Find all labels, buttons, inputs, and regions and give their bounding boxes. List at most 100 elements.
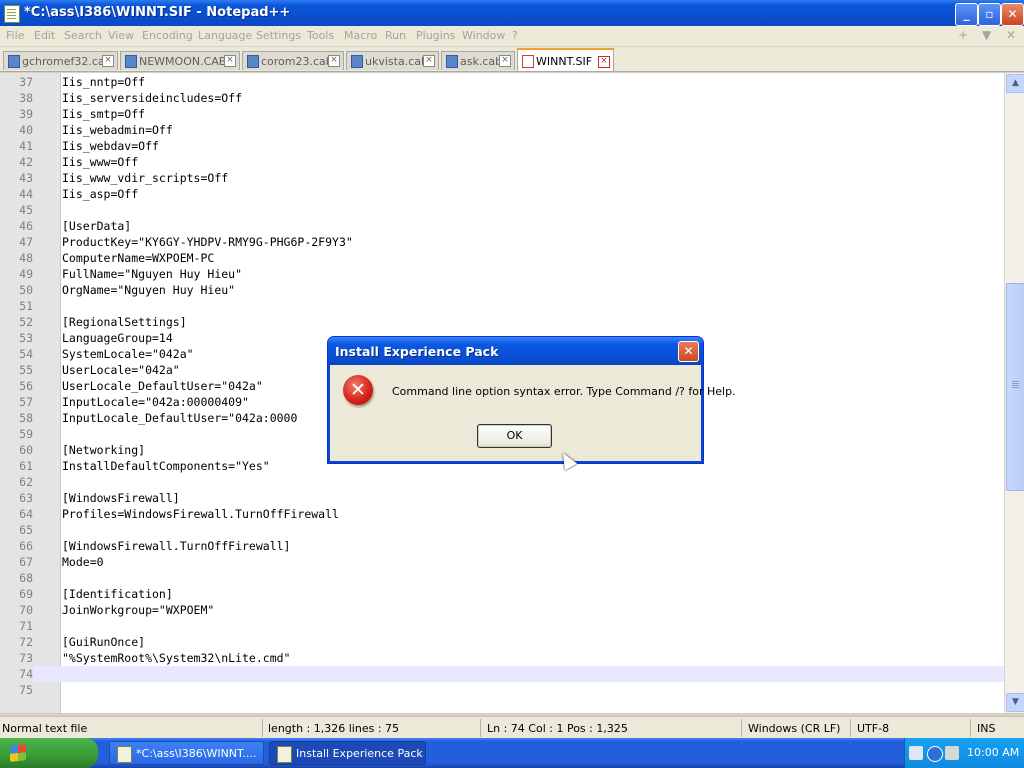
code-line[interactable]: 45 <box>0 202 1004 218</box>
code-line[interactable]: 48 ComputerName=WXPOEM-PC <box>0 250 1004 266</box>
code-line[interactable]: 64 Profiles=WindowsFirewall.TurnOffFirewa… <box>0 506 1004 522</box>
dialog-titlebar[interactable]: Install Experience Pack ✕ <box>328 337 703 365</box>
line-text[interactable]: OrgName="Nguyen Huy Hieu" <box>62 282 235 298</box>
tab-close-icon[interactable]: × <box>423 55 435 67</box>
tab-close-icon[interactable]: × <box>328 55 340 67</box>
tab-close-icon[interactable]: × <box>224 55 236 67</box>
code-line[interactable]: 68 <box>0 570 1004 586</box>
line-text[interactable]: [GuiRunOnce] <box>62 634 145 650</box>
tab-close-icon[interactable]: × <box>499 55 511 67</box>
code-line[interactable]: 50 OrgName="Nguyen Huy Hieu" <box>0 282 1004 298</box>
code-line[interactable]: 67 Mode=0 <box>0 554 1004 570</box>
code-line[interactable]: 44 Iis_asp=Off <box>0 186 1004 202</box>
line-text[interactable]: Iis_serversideincludes=Off <box>62 90 242 106</box>
line-text[interactable]: Iis_webdav=Off <box>62 138 159 154</box>
tab-winnt-sif[interactable]: WINNT.SIF × <box>517 48 614 71</box>
line-text[interactable]: JoinWorkgroup="WXPOEM" <box>62 602 214 618</box>
code-line[interactable]: 73 "%SystemRoot%\System32\nLite.cmd" <box>0 650 1004 666</box>
scroll-down-icon[interactable]: ▼ <box>1006 693 1024 712</box>
line-text[interactable]: ComputerName=WXPOEM-PC <box>62 250 214 266</box>
code-line[interactable]: 71 <box>0 618 1004 634</box>
close-button[interactable]: ✕ <box>1001 3 1024 26</box>
menu-run[interactable]: Run <box>385 29 406 42</box>
tab-ask-cab[interactable]: ask.cab × <box>441 51 515 70</box>
maximize-button[interactable]: ▫ <box>978 3 1001 26</box>
menu-window[interactable]: Window <box>462 29 505 42</box>
code-line[interactable]: 63 [WindowsFirewall] <box>0 490 1004 506</box>
code-line[interactable]: 40 Iis_webadmin=Off <box>0 122 1004 138</box>
line-text[interactable]: [WindowsFirewall] <box>62 490 180 506</box>
code-line[interactable]: 46 [UserData] <box>0 218 1004 234</box>
volume-icon[interactable] <box>945 746 959 760</box>
line-text[interactable]: Iis_nntp=Off <box>62 74 145 90</box>
code-line[interactable]: 72 [GuiRunOnce] <box>0 634 1004 650</box>
ok-button[interactable]: OK <box>477 424 552 448</box>
code-line[interactable]: 74 <box>0 666 1004 682</box>
line-text[interactable]: LanguageGroup=14 <box>62 330 173 346</box>
dialog-close-button[interactable]: ✕ <box>678 341 699 362</box>
menu-edit[interactable]: Edit <box>34 29 55 42</box>
line-text[interactable]: [UserData] <box>62 218 131 234</box>
start-button[interactable] <box>0 738 98 768</box>
code-line[interactable]: 65 <box>0 522 1004 538</box>
line-text[interactable]: Iis_asp=Off <box>62 186 138 202</box>
line-text[interactable]: Iis_www=Off <box>62 154 138 170</box>
line-text[interactable]: InstallDefaultComponents="Yes" <box>62 458 270 474</box>
line-text[interactable]: Iis_smtp=Off <box>62 106 145 122</box>
code-line[interactable]: 37 Iis_nntp=Off <box>0 74 1004 90</box>
line-text[interactable]: SystemLocale="042a" <box>62 346 194 362</box>
code-line[interactable]: 70 JoinWorkgroup="WXPOEM" <box>0 602 1004 618</box>
code-line[interactable]: 41 Iis_webdav=Off <box>0 138 1004 154</box>
line-text[interactable]: UserLocale_DefaultUser="042a" <box>62 378 263 394</box>
code-line[interactable]: 49 FullName="Nguyen Huy Hieu" <box>0 266 1004 282</box>
code-line[interactable]: 51 <box>0 298 1004 314</box>
clock[interactable]: 10:00 AM <box>967 746 1019 759</box>
taskbar-notepad-button[interactable]: *C:\ass\I386\WINNT.... <box>109 741 264 765</box>
new-tab-icon[interactable]: + <box>958 28 968 42</box>
code-line[interactable]: 75 <box>0 682 1004 698</box>
scroll-thumb[interactable] <box>1006 283 1024 491</box>
line-text[interactable]: [WindowsFirewall.TurnOffFirewall] <box>62 538 290 554</box>
code-line[interactable]: 43 Iis_www_vdir_scripts=Off <box>0 170 1004 186</box>
menu-view[interactable]: View <box>108 29 134 42</box>
line-text[interactable]: InputLocale_DefaultUser="042a:0000 <box>62 410 297 426</box>
line-text[interactable]: ProductKey="KY6GY-YHDPV-RMY9G-PHG6P-2F9Y… <box>62 234 353 250</box>
menu-encoding[interactable]: Encoding <box>142 29 193 42</box>
line-text[interactable]: Profiles=WindowsFirewall.TurnOffFirewall <box>62 506 339 522</box>
menu-help[interactable]: ? <box>512 29 518 42</box>
line-text[interactable]: [Identification] <box>62 586 173 602</box>
window-titlebar[interactable]: *C:\ass\I386\WINNT.SIF - Notepad++ _ ▫ ✕ <box>0 0 1024 26</box>
menu-plugins[interactable]: Plugins <box>416 29 455 42</box>
scroll-up-icon[interactable]: ▲ <box>1006 74 1024 93</box>
code-line[interactable]: 39 Iis_smtp=Off <box>0 106 1004 122</box>
menu-file[interactable]: File <box>6 29 24 42</box>
code-line[interactable]: 69 [Identification] <box>0 586 1004 602</box>
close-doc-icon[interactable]: ✕ <box>1006 28 1016 42</box>
vertical-scrollbar[interactable]: ▲ ▼ <box>1004 73 1024 713</box>
menu-tools[interactable]: Tools <box>307 29 334 42</box>
tab-corom23-cab[interactable]: corom23.cab × <box>242 51 344 70</box>
line-text[interactable]: Iis_www_vdir_scripts=Off <box>62 170 228 186</box>
code-line[interactable]: 66 [WindowsFirewall.TurnOffFirewall] <box>0 538 1004 554</box>
line-text[interactable]: "%SystemRoot%\System32\nLite.cmd" <box>62 650 290 666</box>
code-line[interactable]: 42 Iis_www=Off <box>0 154 1004 170</box>
taskbar-dialog-button[interactable]: Install Experience Pack <box>269 741 426 765</box>
tab-close-icon[interactable]: × <box>598 56 610 68</box>
minimize-button[interactable]: _ <box>955 3 978 26</box>
tab-close-icon[interactable]: × <box>102 55 114 67</box>
line-text[interactable]: InputLocale="042a:00000409" <box>62 394 249 410</box>
tab-gchromef32-cab[interactable]: gchromef32.cab × <box>3 51 118 70</box>
line-text[interactable]: Mode=0 <box>62 554 104 570</box>
line-text[interactable]: UserLocale="042a" <box>62 362 180 378</box>
notepad-app-icon[interactable] <box>4 5 20 23</box>
code-line[interactable]: 38 Iis_serversideincludes=Off <box>0 90 1004 106</box>
menu-settings[interactable]: Settings <box>256 29 301 42</box>
code-line[interactable]: 47 ProductKey="KY6GY-YHDPV-RMY9G-PHG6P-2F… <box>0 234 1004 250</box>
tab-newmoon-cab[interactable]: NEWMOON.CAB × <box>120 51 240 70</box>
keyboard-icon[interactable] <box>909 746 923 760</box>
menu-search[interactable]: Search <box>64 29 102 42</box>
line-text[interactable]: Iis_webadmin=Off <box>62 122 173 138</box>
line-text[interactable]: FullName="Nguyen Huy Hieu" <box>62 266 242 282</box>
menu-macro[interactable]: Macro <box>344 29 377 42</box>
tab-list-icon[interactable]: ▼ <box>982 28 991 42</box>
